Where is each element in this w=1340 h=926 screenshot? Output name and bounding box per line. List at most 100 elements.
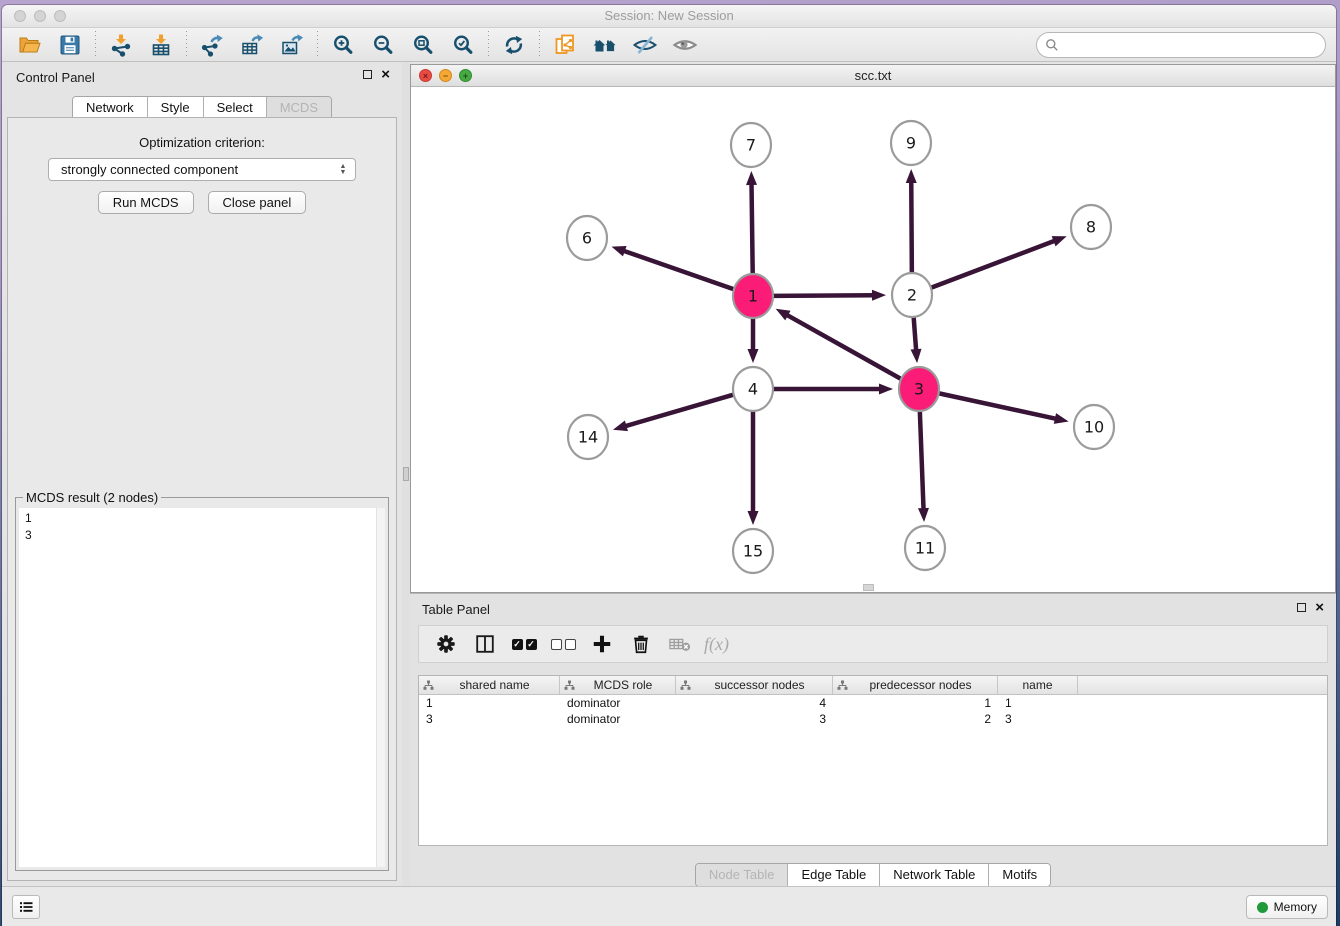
- zoom-in-button[interactable]: [328, 31, 358, 59]
- node-table[interactable]: shared nameMCDS rolesuccessor nodesprede…: [418, 675, 1328, 846]
- mcds-result-text[interactable]: 13: [19, 508, 385, 867]
- canvas-splitter-grip[interactable]: [863, 584, 874, 591]
- first-neighbors-button[interactable]: [590, 31, 620, 59]
- delete-column-button[interactable]: [626, 629, 656, 659]
- graph-edge-2-8[interactable]: [931, 240, 1057, 288]
- task-history-button[interactable]: [12, 895, 40, 919]
- hide-selected-button[interactable]: [630, 31, 660, 59]
- memory-button[interactable]: Memory: [1246, 895, 1328, 919]
- table-cell[interactable]: 2: [833, 712, 998, 726]
- graph-edge-1-7[interactable]: [751, 182, 752, 276]
- import-table-from-file-button[interactable]: [146, 31, 176, 59]
- tab-style[interactable]: Style: [147, 97, 203, 119]
- graph-edge-1-2[interactable]: [773, 295, 875, 296]
- import-table-icon: [149, 33, 173, 57]
- close-panel-icon[interactable]: ×: [381, 69, 390, 80]
- graph-edge-2-3[interactable]: [913, 315, 916, 352]
- show-all-button[interactable]: [670, 31, 700, 59]
- table-cell[interactable]: 3: [676, 712, 833, 726]
- graph-edge-arrowhead: [906, 169, 917, 183]
- float-panel-icon[interactable]: [363, 70, 372, 79]
- table-cell[interactable]: 1: [998, 696, 1078, 710]
- column-header-successor-nodes[interactable]: successor nodes: [676, 676, 833, 694]
- eye-icon: [672, 33, 698, 57]
- app-titlebar: Session: New Session: [2, 5, 1336, 28]
- graph-node-label: 8: [1086, 218, 1096, 237]
- table-settings-button[interactable]: [431, 629, 461, 659]
- table-cell[interactable]: 1: [419, 696, 560, 710]
- network-view-window: × − + scc.txt 7968124314101511: [410, 64, 1336, 593]
- criterion-select[interactable]: strongly connected component ▲▼: [48, 158, 356, 181]
- add-column-button[interactable]: [587, 629, 617, 659]
- export-image-button[interactable]: [277, 31, 307, 59]
- table-cell[interactable]: 1: [833, 696, 998, 710]
- network-canvas[interactable]: 7968124314101511: [411, 87, 1335, 592]
- export-table-button[interactable]: [237, 31, 267, 59]
- column-header-shared-name[interactable]: shared name: [419, 676, 560, 694]
- table-cell[interactable]: dominator: [560, 712, 676, 726]
- float-table-panel-icon[interactable]: [1297, 603, 1306, 612]
- table-cell[interactable]: 3: [419, 712, 560, 726]
- function-builder-button[interactable]: f(x): [704, 634, 729, 655]
- table-row[interactable]: 1dominator411: [419, 695, 1327, 711]
- zoom-selected-button[interactable]: [448, 31, 478, 59]
- zoom-out-button[interactable]: [368, 31, 398, 59]
- zoom-fit-button[interactable]: [408, 31, 438, 59]
- splitter-grip[interactable]: [403, 467, 409, 481]
- result-scrollbar[interactable]: [376, 508, 385, 867]
- graph-edge-3-11[interactable]: [920, 409, 924, 511]
- tab-mcds[interactable]: MCDS: [266, 97, 331, 119]
- eye-slash-icon: [632, 33, 658, 57]
- result-lines: 13: [25, 510, 385, 544]
- desktop-background: Session: New Session: [0, 0, 1340, 926]
- table-cell[interactable]: 3: [998, 712, 1078, 726]
- export-network-button[interactable]: [197, 31, 227, 59]
- tab-select[interactable]: Select: [203, 97, 266, 119]
- search-input[interactable]: [1036, 32, 1326, 58]
- tab-node-table[interactable]: Node Table: [696, 864, 788, 886]
- tab-network[interactable]: Network: [73, 97, 147, 119]
- save-session-button[interactable]: [55, 31, 85, 59]
- open-session-button[interactable]: [15, 31, 45, 59]
- graph-edge-3-10[interactable]: [939, 393, 1058, 419]
- gear-icon: [435, 633, 457, 655]
- close-table-panel-icon[interactable]: ×: [1315, 602, 1324, 613]
- table-cell[interactable]: dominator: [560, 696, 676, 710]
- graph-node-label: 6: [582, 229, 592, 248]
- tab-network-table[interactable]: Network Table: [879, 864, 988, 886]
- tab-motifs[interactable]: Motifs: [988, 864, 1050, 886]
- unchecked-boxes-icon: [551, 639, 576, 650]
- new-network-from-selection-button[interactable]: [550, 31, 580, 59]
- graph-edge-3-1[interactable]: [785, 314, 901, 379]
- delete-table-button[interactable]: [665, 629, 695, 659]
- graph-edge-4-14[interactable]: [624, 395, 734, 427]
- graph-edge-2-9[interactable]: [911, 180, 912, 275]
- column-header-name[interactable]: name: [998, 676, 1078, 694]
- column-header-predecessor-nodes[interactable]: predecessor nodes: [833, 676, 998, 694]
- plus-icon: [591, 633, 613, 655]
- import-network-from-file-button[interactable]: [106, 31, 136, 59]
- table-cell[interactable]: 4: [676, 696, 833, 710]
- apply-layout-button[interactable]: [499, 31, 529, 59]
- panel-splitter-vertical[interactable]: [402, 62, 410, 886]
- column-type-icon: [837, 680, 848, 690]
- graph-edge-1-6[interactable]: [622, 250, 734, 289]
- graph-edge-arrowhead: [776, 309, 791, 321]
- show-column-panel-button[interactable]: [470, 629, 500, 659]
- run-mcds-button[interactable]: Run MCDS: [98, 191, 194, 214]
- graph-edge-arrowhead: [746, 171, 757, 185]
- network-graph-svg[interactable]: 7968124314101511: [411, 87, 1335, 592]
- close-panel-button[interactable]: Close panel: [208, 191, 307, 214]
- tab-edge-table[interactable]: Edge Table: [787, 864, 879, 886]
- graph-edge-arrowhead: [748, 349, 759, 363]
- column-header-MCDS-role[interactable]: MCDS role: [560, 676, 676, 694]
- select-all-rows-button[interactable]: ✓✓: [509, 629, 539, 659]
- table-row[interactable]: 3dominator323: [419, 711, 1327, 727]
- result-line: 3: [25, 527, 385, 544]
- graph-node-label: 3: [914, 380, 924, 399]
- right-area: × − + scc.txt 7968124314101511 Table Pan…: [410, 62, 1336, 886]
- deselect-all-rows-button[interactable]: [548, 629, 578, 659]
- graph-node-label: 1: [748, 287, 758, 306]
- memory-label: Memory: [1274, 900, 1317, 914]
- table-tabbar: Node Table Edge Table Network Table Moti…: [695, 863, 1051, 887]
